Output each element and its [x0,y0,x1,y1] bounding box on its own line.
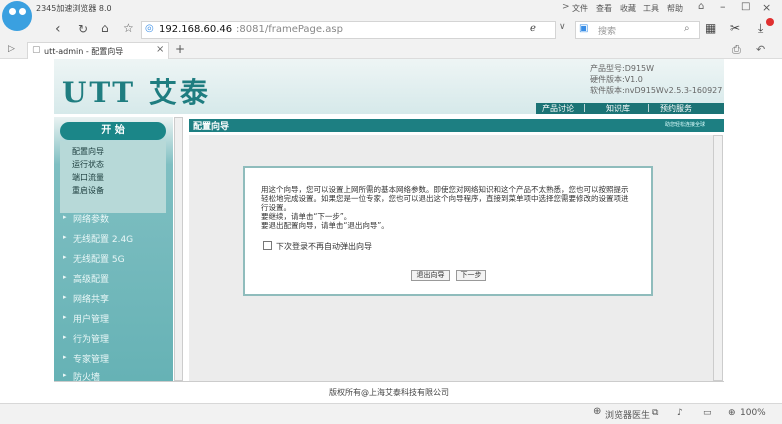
tab-close-icon[interactable]: × [156,44,164,55]
menu-bullet-icon: ▸ [63,313,67,321]
pip-icon[interactable]: ⧉ [652,408,658,418]
menu-bullet-icon: ▸ [63,353,67,361]
chevron-right-icon[interactable]: > [562,2,570,12]
url-dropdown-icon[interactable]: ∨ [559,22,566,32]
menu-network-sharing[interactable]: 网络共享 [73,292,109,305]
submenu-port-traffic[interactable]: 端口流量 [72,172,104,183]
product-nav: 产品讨论 | 知识库 | 预约服务 [536,103,724,114]
search-icon[interactable]: ⌕ [684,23,690,34]
undo-icon[interactable]: ↶ [756,43,765,56]
zoom-icon[interactable]: ⊕ [728,408,736,418]
menu-user-management[interactable]: 用户管理 [73,312,109,325]
skin-icon[interactable]: ⌂ [698,1,704,12]
menu-bullet-icon: ▸ [63,213,67,221]
address-bar[interactable]: ◎ 192.168.60.46 :8081/framePage.asp ℯ [141,21,556,39]
browser-title-bar: 2345加速浏览器 8.0 > 文件 查看 收藏 工具 帮助 ⌂ – □ × [0,0,782,31]
browser-tab-bar: ▷ ▢ utt-admin - 配置向导 × + ⎙ ↶ [0,42,782,59]
next-step-button[interactable]: 下一步 [456,270,486,281]
home-icon[interactable]: ⌂ [101,21,109,35]
main-scrollbar[interactable] [713,135,723,381]
notification-dot-icon [766,18,774,26]
menu-tools[interactable]: 工具 [643,3,659,14]
apps-grid-icon[interactable]: ▦ [705,21,716,35]
url-host: 192.168.60.46 [159,24,233,35]
tab-utt-admin[interactable]: ▢ utt-admin - 配置向导 × [27,42,169,59]
nav-divider: | [583,103,586,112]
scissors-icon[interactable]: ✂ [730,21,740,35]
browser-doctor[interactable]: 浏览器医生 [605,408,650,421]
doctor-icon[interactable]: ⊕ [593,406,601,417]
nav-product-discussion[interactable]: 产品讨论 [542,103,574,114]
dialog-text-line: 轻松地完成设置。如果您是一位专家，您也可以退出这个向导程序，直接到菜单项中选择您… [261,194,629,203]
maximize-icon[interactable]: □ [741,1,750,12]
browser-title: 2345加速浏览器 8.0 [36,4,112,13]
wizard-dialog: 用这个向导，您可以设置上网所需的基本网络参数。即使您对网络知识和这个产品不太熟悉… [243,166,653,296]
menu-wireless-24g[interactable]: 无线配置 2.4G [73,232,133,245]
sidebar-toggle-icon[interactable]: ▷ [8,44,15,54]
menu-expert-management[interactable]: 专家管理 [73,352,109,365]
page-icon: ▢ [32,45,41,55]
search-engine-icon[interactable]: ▣ [579,23,588,34]
menu-behavior-management[interactable]: 行为管理 [73,332,109,345]
compat-mode-icon[interactable]: ℯ [530,23,536,34]
utt-logo: UTT 艾泰 [62,76,211,109]
menu-view[interactable]: 查看 [596,3,612,14]
menu-bullet-icon: ▸ [63,253,67,261]
zoom-level[interactable]: 100% [740,408,766,418]
browser-logo-icon [2,1,32,31]
no-popup-checkbox[interactable] [263,241,272,250]
product-model: 产品型号:D915W [590,64,655,73]
main-header: 配置向导 助您轻松连接全球 [189,119,724,132]
menu-favorites[interactable]: 收藏 [620,3,636,14]
search-box[interactable]: ▣ 搜索 ⌕ [575,21,700,39]
nav-appointment-service[interactable]: 预约服务 [660,103,692,114]
sound-icon[interactable]: ♪ [677,408,683,418]
menu-bullet-icon: ▸ [63,233,67,241]
submenu-config-wizard[interactable]: 配置向导 [72,146,104,157]
submenu-run-status[interactable]: 运行状态 [72,159,104,170]
copyright-footer: 版权所有@上海艾泰科技有限公司 [54,381,724,403]
menu-file[interactable]: 文件 [572,3,588,14]
menu-help[interactable]: 帮助 [667,3,683,14]
download-icon[interactable]: ⤓ [758,21,763,36]
start-button[interactable]: 开 始 [60,122,166,140]
menu-wireless-5g[interactable]: 无线配置 5G [73,252,125,265]
sidebar-scrollbar[interactable] [174,117,183,381]
no-popup-checkbox-label: 下次登录不再自动弹出向导 [276,242,372,251]
search-input[interactable]: 搜索 [598,24,616,37]
header-banner: UTT 艾泰 产品型号:D915W 硬件版本:V1.0 软件版本:nvD915W… [54,59,724,114]
start-submenu: 配置向导 运行状态 端口流量 重启设备 [60,141,166,213]
dialog-text-line: 要退出配置向导，请单击“退出向导”。 [261,221,389,230]
software-version: 软件版本:nvD915Wv2.5.3-160927 [590,86,723,95]
menu-bullet-icon: ▸ [63,273,67,281]
star-icon[interactable]: ☆ [123,21,134,35]
hardware-version: 硬件版本:V1.0 [590,75,643,84]
site-icon: ◎ [145,23,154,34]
browser-status-bar: ⊕ 浏览器医生 ⧉ ♪ ▭ ⊕ 100% [0,403,782,424]
print-icon[interactable]: ⎙ [732,43,741,57]
url-path: :8081/framePage.asp [236,24,343,35]
menu-bullet-icon: ▸ [63,293,67,301]
nav-divider: | [647,103,650,112]
minimize-icon[interactable]: – [720,0,726,13]
close-icon[interactable]: × [762,1,771,14]
submenu-restart-device[interactable]: 重启设备 [72,185,104,196]
page-title: 配置向导 [193,122,230,132]
new-tab-button[interactable]: + [175,42,185,56]
page-content: UTT 艾泰 产品型号:D915W 硬件版本:V1.0 软件版本:nvD915W… [0,59,782,403]
menu-bullet-icon: ▸ [63,371,67,379]
browser-nav-bar: ‹ ↻ ⌂ ☆ ◎ 192.168.60.46 :8081/framePage.… [0,18,782,42]
back-icon[interactable]: ‹ [55,21,61,37]
menu-bullet-icon: ▸ [63,333,67,341]
tab-title: utt-admin - 配置向导 [44,47,124,56]
refresh-icon[interactable]: ↻ [78,22,88,36]
menu-advanced[interactable]: 高级配置 [73,272,109,285]
menu-network-params[interactable]: 网络参数 [73,212,109,225]
sidebar: 开 始 配置向导 运行状态 端口流量 重启设备 ▸ 网络参数 ▸ 无线配置 2.… [54,117,173,383]
screen-icon[interactable]: ▭ [703,408,712,418]
header-slogan: 助您轻松连接全球 [665,122,706,128]
nav-knowledge-base[interactable]: 知识库 [606,103,630,114]
exit-wizard-button[interactable]: 退出向导 [411,270,450,281]
